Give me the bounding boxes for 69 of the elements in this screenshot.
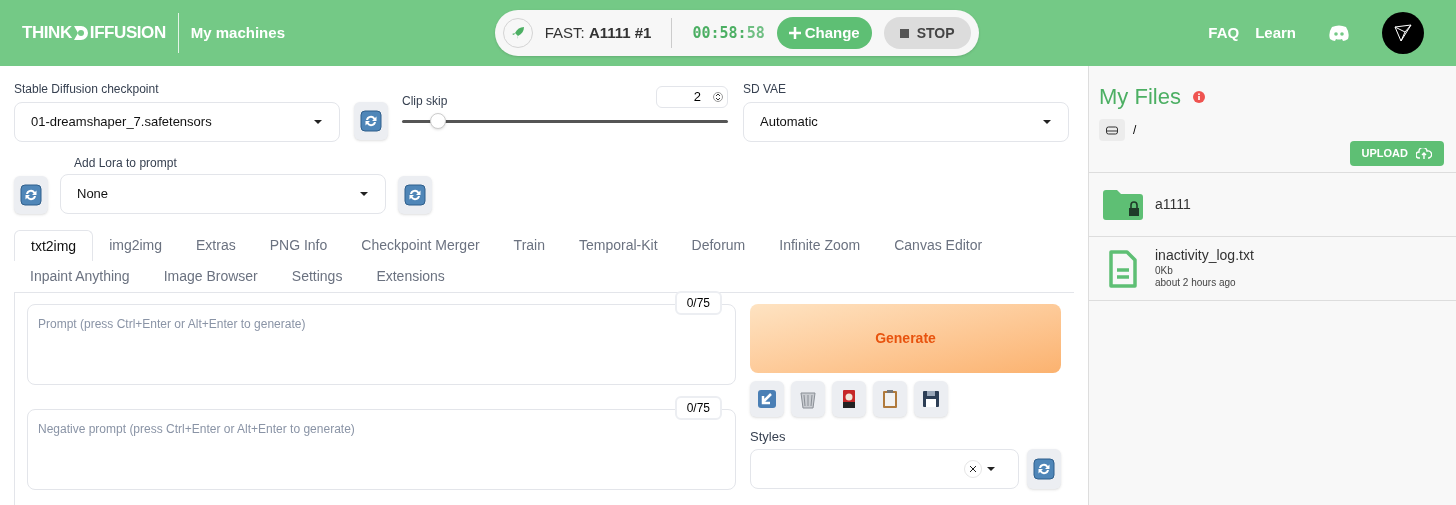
tab[interactable]: Train xyxy=(497,230,561,261)
field-label: Styles xyxy=(750,428,787,446)
tab[interactable]: Temporal-Kit xyxy=(563,230,674,261)
card-button[interactable] xyxy=(832,381,866,417)
field-label: Clip skip xyxy=(402,93,448,110)
tab[interactable]: Deforum xyxy=(675,230,762,261)
tab[interactable]: txt2img xyxy=(14,230,94,261)
info-icon[interactable] xyxy=(1192,90,1205,103)
clipboard-button[interactable] xyxy=(873,381,907,417)
avatar[interactable] xyxy=(1382,12,1424,54)
refresh-button[interactable] xyxy=(398,176,432,214)
tab[interactable]: Extensions xyxy=(360,261,461,292)
dropdown[interactable]: Automatic xyxy=(743,102,1069,142)
cloud-upload-icon xyxy=(1416,147,1432,160)
triangle-logo-icon xyxy=(1393,23,1413,43)
field-label: Add Lora to prompt xyxy=(73,155,178,172)
tab[interactable]: Inpaint Anything xyxy=(14,261,146,292)
file-row[interactable]: inactivity_log.txt 0Kb about 2 hours ago xyxy=(1089,237,1456,301)
floppy-disk-button[interactable] xyxy=(914,381,948,417)
panel-title: My Files xyxy=(1099,83,1181,111)
document-icon xyxy=(1109,249,1137,288)
tab[interactable]: Image Browser xyxy=(147,261,274,292)
token-counter: 0/75 xyxy=(674,396,722,420)
refresh-button[interactable] xyxy=(1027,448,1061,489)
caret-icon xyxy=(986,465,997,472)
refresh-icon xyxy=(404,184,426,206)
refresh-icon xyxy=(20,184,42,206)
caret-icon xyxy=(1042,119,1052,125)
file-modified: about 2 hours ago xyxy=(1155,277,1237,290)
stop-icon xyxy=(899,28,909,38)
dropdown[interactable]: 01-dreamshaper_7.safetensors xyxy=(14,102,340,142)
caret-icon xyxy=(359,191,369,197)
drive-icon xyxy=(1106,125,1118,135)
tab[interactable]: Canvas Editor xyxy=(878,230,999,261)
tab[interactable]: Infinite Zoom xyxy=(763,230,877,261)
drive-button[interactable] xyxy=(1099,119,1125,141)
logo-text: THINK xyxy=(22,22,72,45)
token-counter: 0/75 xyxy=(674,291,722,315)
clear-icon[interactable] xyxy=(964,459,983,478)
field-label: SD VAE xyxy=(743,81,788,98)
tab[interactable]: Settings xyxy=(275,261,359,292)
tab[interactable]: PNG Info xyxy=(253,230,344,261)
rocket-icon xyxy=(510,26,525,40)
locked-folder-icon xyxy=(1103,189,1143,220)
tab[interactable]: Extras xyxy=(180,230,252,261)
logo-mark-icon xyxy=(71,24,90,42)
stop-button[interactable]: STOP xyxy=(883,17,971,49)
timer: 00:58:58 xyxy=(692,22,765,44)
slider-thumb[interactable] xyxy=(429,113,446,129)
spinner-icon xyxy=(713,90,723,104)
file-row[interactable]: a1111 xyxy=(1089,173,1456,237)
logo-text: IFFUSION xyxy=(89,22,166,45)
file-name: inactivity_log.txt xyxy=(1155,247,1254,265)
plus-icon xyxy=(788,27,801,39)
tab[interactable]: Checkpoint Merger xyxy=(345,230,496,261)
tab[interactable]: img2img xyxy=(93,230,179,261)
field-label: Stable Diffusion checkpoint xyxy=(14,81,160,98)
dropdown[interactable]: None xyxy=(60,174,386,214)
refresh-button[interactable] xyxy=(354,102,388,140)
caret-icon xyxy=(313,119,323,125)
arrow-button[interactable] xyxy=(750,381,784,417)
refresh-icon xyxy=(1033,457,1056,480)
path-text: / xyxy=(1133,122,1137,139)
machine-name: FAST: A1111 #1 xyxy=(544,22,652,43)
refresh-icon xyxy=(360,110,382,132)
refresh-button[interactable] xyxy=(14,176,48,214)
number-field[interactable]: 2 xyxy=(656,86,728,108)
file-size: 0Kb xyxy=(1155,264,1174,278)
folder-name: a1111 xyxy=(1155,195,1191,214)
